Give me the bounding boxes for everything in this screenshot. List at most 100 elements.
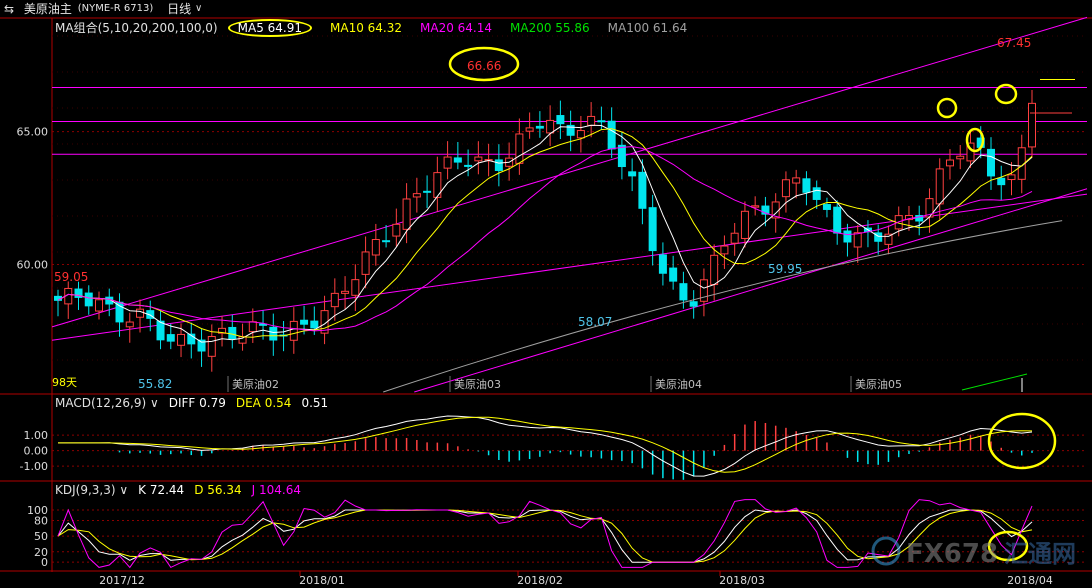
candle	[443, 141, 452, 180]
candle	[689, 290, 698, 319]
x-tick-label: 2017/12	[99, 574, 145, 587]
candle-body	[330, 292, 339, 308]
candle-body	[361, 251, 370, 275]
candle	[915, 205, 924, 236]
chart-root: ⇆ 美原油主 (NYME-R 6713) 日线 ∨ 60.00 65.00 66.6…	[0, 0, 1092, 588]
candle-body	[115, 301, 124, 323]
candle	[792, 169, 801, 199]
candle	[535, 111, 544, 138]
candle-body	[525, 127, 534, 132]
candle-body	[617, 144, 626, 168]
candle-body	[177, 333, 186, 346]
candle-body	[597, 120, 606, 123]
chart-svg[interactable]: 60.00 65.00 66.66 67.45 59.05 55.82 58.07 59.95…	[0, 0, 1092, 588]
candle-body	[669, 267, 678, 282]
contract-label: 美原油02	[232, 377, 279, 391]
candle-body	[730, 232, 739, 244]
price-tick-label: 60.00	[17, 258, 49, 271]
price-tick-label: 65.00	[17, 126, 49, 139]
candle-body	[822, 204, 831, 210]
candle	[464, 149, 473, 177]
candle	[361, 236, 370, 289]
candle	[494, 144, 503, 187]
candle-body	[412, 193, 421, 198]
candle-body	[402, 198, 411, 230]
kdj-tick-label: 50	[34, 530, 48, 543]
candle-body	[371, 239, 380, 256]
candle-body	[84, 292, 93, 307]
candle-body	[300, 319, 309, 325]
candle-body	[546, 119, 555, 134]
candle	[699, 268, 708, 317]
candle	[822, 197, 831, 218]
candle-body	[740, 210, 749, 239]
ma-value-ma100: MA100 61.64	[607, 21, 688, 35]
candle	[289, 307, 298, 354]
candle-body	[515, 133, 524, 164]
candle-body	[638, 171, 647, 209]
ma-indicator-name[interactable]: MA组合(5,10,20,200,100,0)	[55, 21, 218, 35]
kdj-indicator-name[interactable]: KDJ(9,3,3) ∨	[55, 483, 128, 497]
candle-body	[956, 155, 965, 160]
candle	[515, 118, 524, 175]
kdj-d-line	[57, 509, 1033, 563]
candle	[105, 288, 114, 317]
watermark-suffix: 汇通网	[1004, 540, 1076, 568]
candle-body	[792, 177, 801, 184]
contract-label: 美原油04	[655, 377, 702, 391]
candle	[453, 142, 462, 170]
macd-tick-label: -1.00	[20, 460, 48, 473]
candle	[525, 112, 534, 139]
candle	[566, 110, 575, 152]
candle-body	[310, 320, 319, 329]
candle-body	[648, 207, 657, 252]
price-annotation: 55.82	[138, 377, 172, 391]
candle-body	[382, 240, 391, 243]
candle-body	[689, 301, 698, 307]
candle-body	[945, 159, 954, 167]
kdj-value-j: J 104.64	[251, 483, 301, 497]
ma200-segment	[961, 373, 1028, 391]
macd-indicator-bar[interactable]: MACD(12,26,9) ∨ DIFF 0.79 DEA 0.54 0.51	[55, 394, 338, 412]
kdj-value-d: D 56.34	[194, 483, 242, 497]
candle-body	[935, 168, 944, 205]
candle-body	[802, 178, 811, 193]
candle-body	[587, 115, 596, 126]
ma-value-ma10: MA10 64.32	[330, 21, 402, 35]
x-tick-label: 2018/01	[299, 574, 345, 587]
candle-body	[658, 254, 667, 274]
price-annotation: 66.66	[467, 59, 501, 73]
trend-line-upper	[51, 16, 1088, 328]
candle	[371, 223, 380, 266]
macd-indicator-name[interactable]: MACD(12,26,9) ∨	[55, 396, 159, 410]
x-tick-label: 2018/04	[1007, 574, 1053, 587]
candle-body	[535, 125, 544, 129]
candle-body	[607, 120, 616, 150]
candle	[607, 107, 616, 159]
ma-value-ma20: MA20 64.14	[420, 21, 492, 35]
candle-body	[95, 299, 104, 312]
contract-label: 美原油03	[454, 377, 501, 391]
candle-body	[853, 232, 862, 248]
candle-body	[843, 230, 852, 243]
kdj-indicator-bar[interactable]: KDJ(9,3,3) ∨ K 72.44 D 56.34 J 104.64	[55, 481, 311, 499]
candle-body	[997, 177, 1006, 186]
candle-body	[207, 336, 216, 357]
macd-dea-line	[58, 416, 1033, 473]
candle-body	[136, 308, 145, 318]
candle	[945, 149, 954, 180]
candle	[125, 312, 134, 343]
candle	[658, 242, 667, 286]
candle	[505, 142, 514, 181]
kdj-tick-label: 80	[34, 514, 48, 527]
macd-value-dea: DEA 0.54	[235, 396, 292, 410]
macd-diff-line	[58, 415, 1033, 477]
candle-body	[474, 156, 483, 162]
candle	[740, 201, 749, 248]
candle-body	[423, 190, 432, 193]
candle-body	[494, 159, 503, 171]
ma-indicator-bar[interactable]: MA组合(5,10,20,200,100,0) MA5 64.91 MA10 64.…	[55, 19, 705, 37]
candle	[556, 100, 565, 140]
candle	[751, 196, 760, 216]
candle	[812, 180, 821, 209]
